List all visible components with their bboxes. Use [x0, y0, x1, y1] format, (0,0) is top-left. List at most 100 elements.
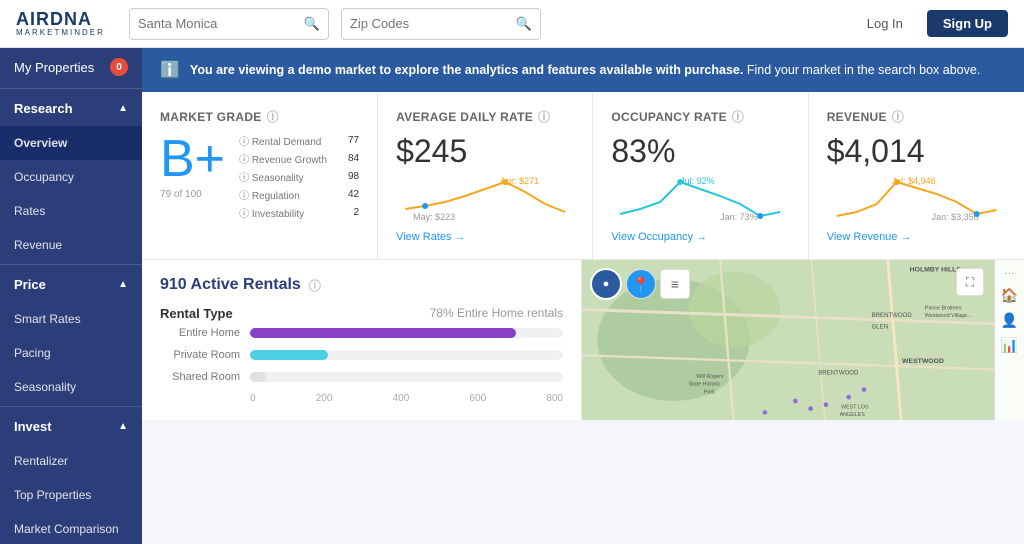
sidebar-item-top-properties[interactable]: Top Properties [0, 478, 142, 512]
rental-type-label: Rental Type [160, 306, 233, 321]
svg-text:HOLMBY HILLS: HOLMBY HILLS [910, 266, 962, 273]
sidebar: My Properties 0 Research ▲ Overview Occu… [0, 48, 142, 544]
location-search-input[interactable] [138, 16, 298, 31]
logo: AIRDNA MARKETMINDER [16, 10, 105, 37]
map-list-button[interactable]: ≡ [660, 269, 690, 299]
map-zoom-dots: ··· [1005, 268, 1015, 279]
svg-text:Westwood Village...: Westwood Village... [925, 313, 972, 319]
chevron-up-icon: ▲ [118, 103, 128, 114]
search-icon: 🔍 [516, 16, 532, 32]
sidebar-item-rentalizer[interactable]: Rentalizer [0, 444, 142, 478]
main-layout: My Properties 0 Research ▲ Overview Occu… [0, 48, 1024, 544]
map-placeholder: HOLMBY HILLS BRENTWOOD GLEN WESTWOOD BRE… [582, 260, 1024, 420]
market-grade-card: Market Grade ⓘ B+ 79 of 100 ⓘ Rental Dem… [142, 92, 378, 259]
chevron-up-icon-invest: ▲ [118, 421, 128, 432]
sidebar-section-invest[interactable]: Invest ▲ [0, 409, 142, 444]
sidebar-item-pacing[interactable]: Pacing [0, 336, 142, 370]
svg-text:Jan: $3,350: Jan: $3,350 [931, 212, 978, 222]
svg-text:ANGELES: ANGELES [840, 412, 866, 418]
sidebar-item-my-properties[interactable]: My Properties 0 [0, 48, 142, 86]
rental-pct: 78% Entire Home rentals [430, 306, 563, 321]
location-search-box[interactable]: 🔍 [129, 8, 329, 40]
svg-text:WESTWOOD: WESTWOOD [902, 358, 944, 365]
rentals-panel: 910 Active Rentals ⓘ Rental Type 78% Ent… [142, 260, 582, 420]
signup-button[interactable]: Sign Up [927, 10, 1008, 37]
bar-entire-home: Entire Home [160, 327, 563, 339]
adr-value: $245 [396, 133, 574, 170]
svg-text:BRENTWOOD: BRENTWOOD [818, 369, 859, 376]
revenue-chart: Jul: $4,946 Jan: $3,350 [827, 174, 1006, 224]
grade-letter: B+ [160, 133, 225, 185]
metric-revenue-growth: ⓘ Revenue Growth 84 [239, 151, 359, 166]
rentals-count: 910 Active Rentals [160, 276, 301, 294]
my-properties-badge: 0 [110, 58, 128, 76]
svg-text:Park: Park [704, 389, 715, 395]
metric-seasonality: ⓘ Seasonality 98 [239, 169, 359, 184]
svg-text:Will Rogers: Will Rogers [696, 374, 724, 380]
map-location-button[interactable]: 📍 [626, 269, 656, 299]
search-icon: 🔍 [304, 16, 320, 32]
revenue-value: $4,014 [827, 133, 1006, 170]
market-grade-title: Market Grade ⓘ [160, 108, 359, 125]
bar-private-room: Private Room [160, 349, 563, 361]
bar-shared-room: Shared Room [160, 371, 563, 383]
svg-text:May: $223: May: $223 [413, 212, 455, 222]
map-panel: HOLMBY HILLS BRENTWOOD GLEN WESTWOOD BRE… [582, 260, 1024, 420]
sidebar-item-overview[interactable]: Overview [0, 126, 142, 160]
occupancy-card: Occupancy Rate ⓘ 83% Jul: 92% Jan: 73% V… [593, 92, 808, 259]
rentals-info-icon[interactable]: ⓘ [309, 277, 321, 294]
info-icon: ℹ️ [160, 60, 180, 80]
sidebar-item-market-comparison[interactable]: Market Comparison [0, 512, 142, 544]
view-rates-link[interactable]: View Rates → [396, 231, 466, 243]
top-nav: AIRDNA MARKETMINDER 🔍 🔍 Log In Sign Up [0, 0, 1024, 48]
adr-card: Average Daily Rate ⓘ $245 Apr: $271 May:… [378, 92, 593, 259]
revenue-info-icon[interactable]: ⓘ [892, 108, 904, 125]
map-icon-1[interactable]: 🏠 [1001, 287, 1018, 304]
logo-top: AIRDNA [16, 10, 92, 28]
svg-text:State Historic: State Historic [689, 382, 721, 388]
sidebar-section-research[interactable]: Research ▲ [0, 91, 142, 126]
map-icon-3[interactable]: 📊 [1001, 337, 1018, 354]
map-side-controls: ··· 🏠 👤 📊 [994, 260, 1024, 420]
sidebar-item-smart-rates[interactable]: Smart Rates [0, 302, 142, 336]
metric-investability: ⓘ Investability 2 [239, 205, 359, 220]
revenue-card: Revenue ⓘ $4,014 Jul: $4,946 Jan: $3,350… [809, 92, 1024, 259]
occupancy-info-icon[interactable]: ⓘ [732, 108, 744, 125]
grade-score: 79 of 100 [160, 189, 225, 200]
logo-bottom: MARKETMINDER [16, 28, 105, 37]
svg-text:BRENTWOOD: BRENTWOOD [872, 312, 913, 319]
content-area: ℹ️ You are viewing a demo market to expl… [142, 48, 1024, 544]
zip-search-box[interactable]: 🔍 [341, 8, 541, 40]
sidebar-section-price[interactable]: Price ▲ [0, 267, 142, 302]
stats-grid: Market Grade ⓘ B+ 79 of 100 ⓘ Rental Dem… [142, 92, 1024, 260]
bottom-section: 910 Active Rentals ⓘ Rental Type 78% Ent… [142, 260, 1024, 420]
occupancy-value: 83% [611, 133, 789, 170]
svg-text:Jan: 73%: Jan: 73% [721, 212, 759, 222]
metric-rental-demand: ⓘ Rental Demand 77 [239, 133, 359, 148]
sidebar-item-rates[interactable]: Rates [0, 194, 142, 228]
demo-banner: ℹ️ You are viewing a demo market to expl… [142, 48, 1024, 92]
banner-bold-text: You are viewing a demo market to explore… [190, 63, 743, 77]
svg-text:WEST LOS: WEST LOS [841, 405, 869, 411]
svg-text:GLEN: GLEN [872, 324, 889, 331]
login-button[interactable]: Log In [855, 10, 915, 37]
adr-chart: Apr: $271 May: $223 [396, 174, 574, 224]
map-satellite-button[interactable]: ● [590, 268, 622, 300]
market-grade-info-icon[interactable]: ⓘ [267, 108, 279, 125]
adr-info-icon[interactable]: ⓘ [538, 108, 550, 125]
occupancy-chart: Jul: 92% Jan: 73% [611, 174, 789, 224]
view-occupancy-link[interactable]: View Occupancy → [611, 231, 707, 243]
sidebar-item-occupancy[interactable]: Occupancy [0, 160, 142, 194]
map-icon-2[interactable]: 👤 [1001, 312, 1018, 329]
sidebar-item-seasonality[interactable]: Seasonality [0, 370, 142, 404]
view-revenue-link[interactable]: View Revenue → [827, 231, 912, 243]
chevron-up-icon-price: ▲ [118, 279, 128, 290]
map-expand-button[interactable]: ⛶ [956, 268, 984, 296]
svg-text:Pierce Brothers: Pierce Brothers [925, 306, 962, 312]
sidebar-item-revenue[interactable]: Revenue [0, 228, 142, 262]
zip-search-input[interactable] [350, 16, 510, 31]
bar-axis: 0 200 400 600 800 [250, 393, 563, 404]
map-controls: ● 📍 ≡ [590, 268, 690, 300]
metric-regulation: ⓘ Regulation 42 [239, 187, 359, 202]
banner-rest-text: Find your market in the search box above… [747, 63, 980, 77]
